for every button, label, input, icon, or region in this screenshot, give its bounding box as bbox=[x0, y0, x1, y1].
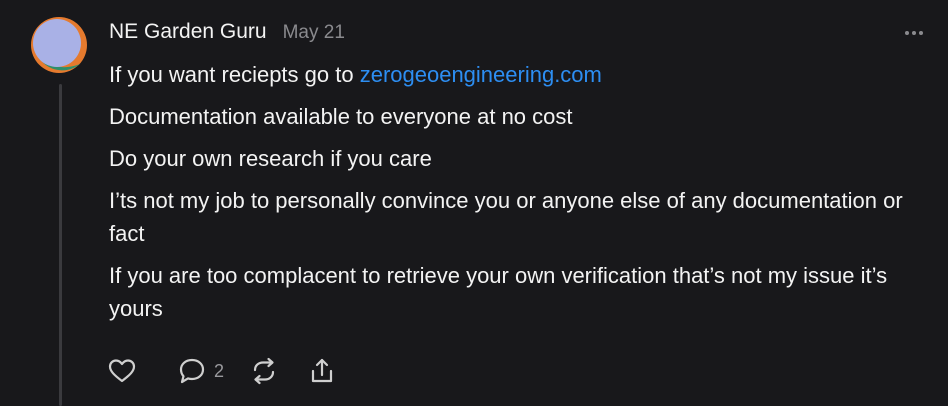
reply-count: 2 bbox=[214, 360, 225, 381]
external-link[interactable]: zerogeoengineering.com bbox=[360, 62, 602, 87]
post-paragraph: I’ts not my job to personally convince y… bbox=[109, 188, 903, 246]
comment-bubble-icon bbox=[179, 358, 205, 384]
post-line-receipts: If you want reciepts go to zerogeoengine… bbox=[109, 62, 602, 87]
post-date[interactable]: May 21 bbox=[283, 22, 345, 44]
share-icon bbox=[311, 358, 333, 383]
heart-icon bbox=[108, 359, 136, 383]
post-paragraph: If you are too complacent to retrieve yo… bbox=[109, 263, 888, 321]
like-button[interactable] bbox=[108, 354, 136, 388]
post-paragraph: Documentation available to everyone at n… bbox=[109, 104, 573, 129]
more-horizontal-icon bbox=[905, 31, 923, 35]
post-paragraph: Do your own research if you care bbox=[109, 146, 432, 171]
reply-button[interactable]: 2 bbox=[178, 354, 224, 388]
author-name[interactable]: NE Garden Guru bbox=[109, 20, 267, 44]
repost-button[interactable] bbox=[250, 354, 278, 388]
post-body: If you want reciepts go to zerogeoengine… bbox=[109, 58, 909, 334]
more-options-button[interactable] bbox=[902, 22, 926, 44]
post-header: NE Garden Guru May 21 bbox=[109, 20, 345, 48]
repost-icon bbox=[253, 357, 275, 385]
avatar[interactable] bbox=[30, 16, 88, 74]
thread-line bbox=[59, 84, 62, 406]
action-bar: 2 bbox=[108, 354, 336, 388]
share-button[interactable] bbox=[308, 354, 336, 388]
